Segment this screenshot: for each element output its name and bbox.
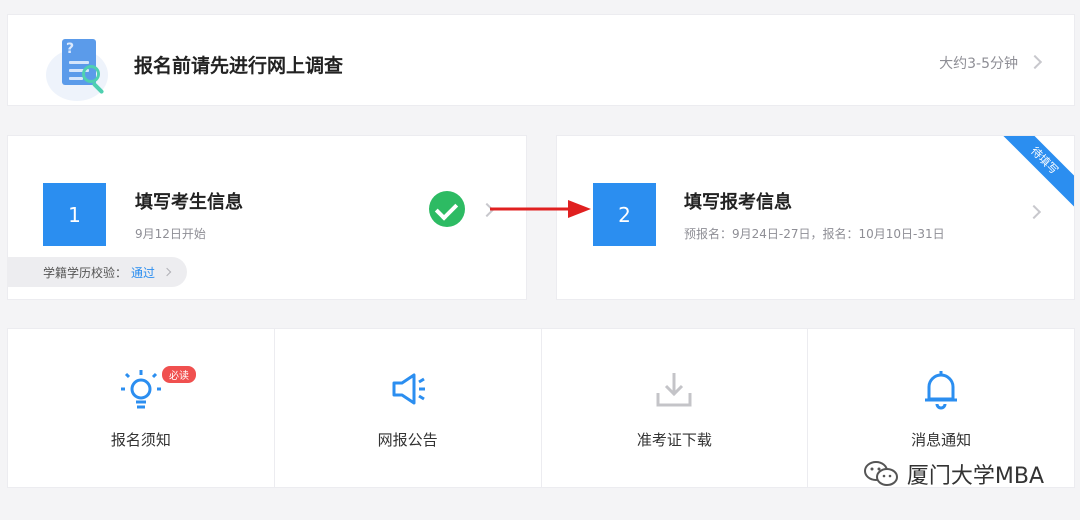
megaphone-icon xyxy=(392,373,425,405)
step-1-card[interactable]: 1 填写考生信息 9月12日开始 学籍学历校验： 通过 xyxy=(7,135,527,300)
menu-item-announcement[interactable]: 网报公告 xyxy=(275,329,542,487)
menu-item-label: 报名须知 xyxy=(110,431,171,449)
survey-card[interactable]: ? 报名前请先进行网上调查 大约3-5分钟 xyxy=(7,14,1075,106)
wechat-icon xyxy=(863,461,898,486)
check-icon xyxy=(429,191,465,227)
step-1-subtitle: 9月12日开始 xyxy=(135,227,206,241)
step-2-card[interactable]: 待填写 2 填写报考信息 预报名：9月24日-27日，报名：10月10日-31日 xyxy=(556,135,1075,300)
watermark-text: 厦门大学MBA xyxy=(906,464,1044,489)
verify-value: 通过 xyxy=(131,265,156,280)
step-2-subtitle: 预报名：9月24日-27日，报名：10月10日-31日 xyxy=(684,227,945,241)
menu-item-label: 准考证下载 xyxy=(636,431,712,449)
page-bottom xyxy=(0,488,1080,520)
survey-title: 报名前请先进行网上调查 xyxy=(134,55,344,77)
status-ribbon: 待填写 xyxy=(993,136,1074,212)
survey-illustration: ? xyxy=(46,39,108,105)
step-1-title: 填写考生信息 xyxy=(135,192,243,213)
download-icon xyxy=(656,373,692,407)
must-read-badge: 必读 xyxy=(162,366,196,383)
survey-duration: 大约3-5分钟 xyxy=(939,56,1018,72)
step-1-number: 1 xyxy=(43,183,106,246)
annotation-arrow xyxy=(490,200,591,218)
bell-icon xyxy=(925,371,958,410)
chevron-right-small-icon xyxy=(162,267,172,277)
menu-item-label: 网报公告 xyxy=(377,431,438,449)
watermark: 厦门大学MBA xyxy=(863,458,1044,490)
menu-item-admission-ticket[interactable]: 准考证下载 xyxy=(542,329,809,487)
verify-status[interactable]: 学籍学历校验： 通过 xyxy=(7,257,187,287)
menu-item-notice[interactable]: 必读 报名须知 xyxy=(8,329,275,487)
step-2-title: 填写报考信息 xyxy=(684,192,792,213)
chevron-right-icon xyxy=(1027,54,1043,70)
chevron-right-icon xyxy=(1026,204,1042,220)
step-2-number: 2 xyxy=(593,183,656,246)
menu-item-label: 消息通知 xyxy=(911,431,972,449)
verify-label: 学籍学历校验： xyxy=(43,265,128,280)
lightbulb-icon xyxy=(120,370,161,409)
survey-illustration-mark: ? xyxy=(66,41,75,57)
